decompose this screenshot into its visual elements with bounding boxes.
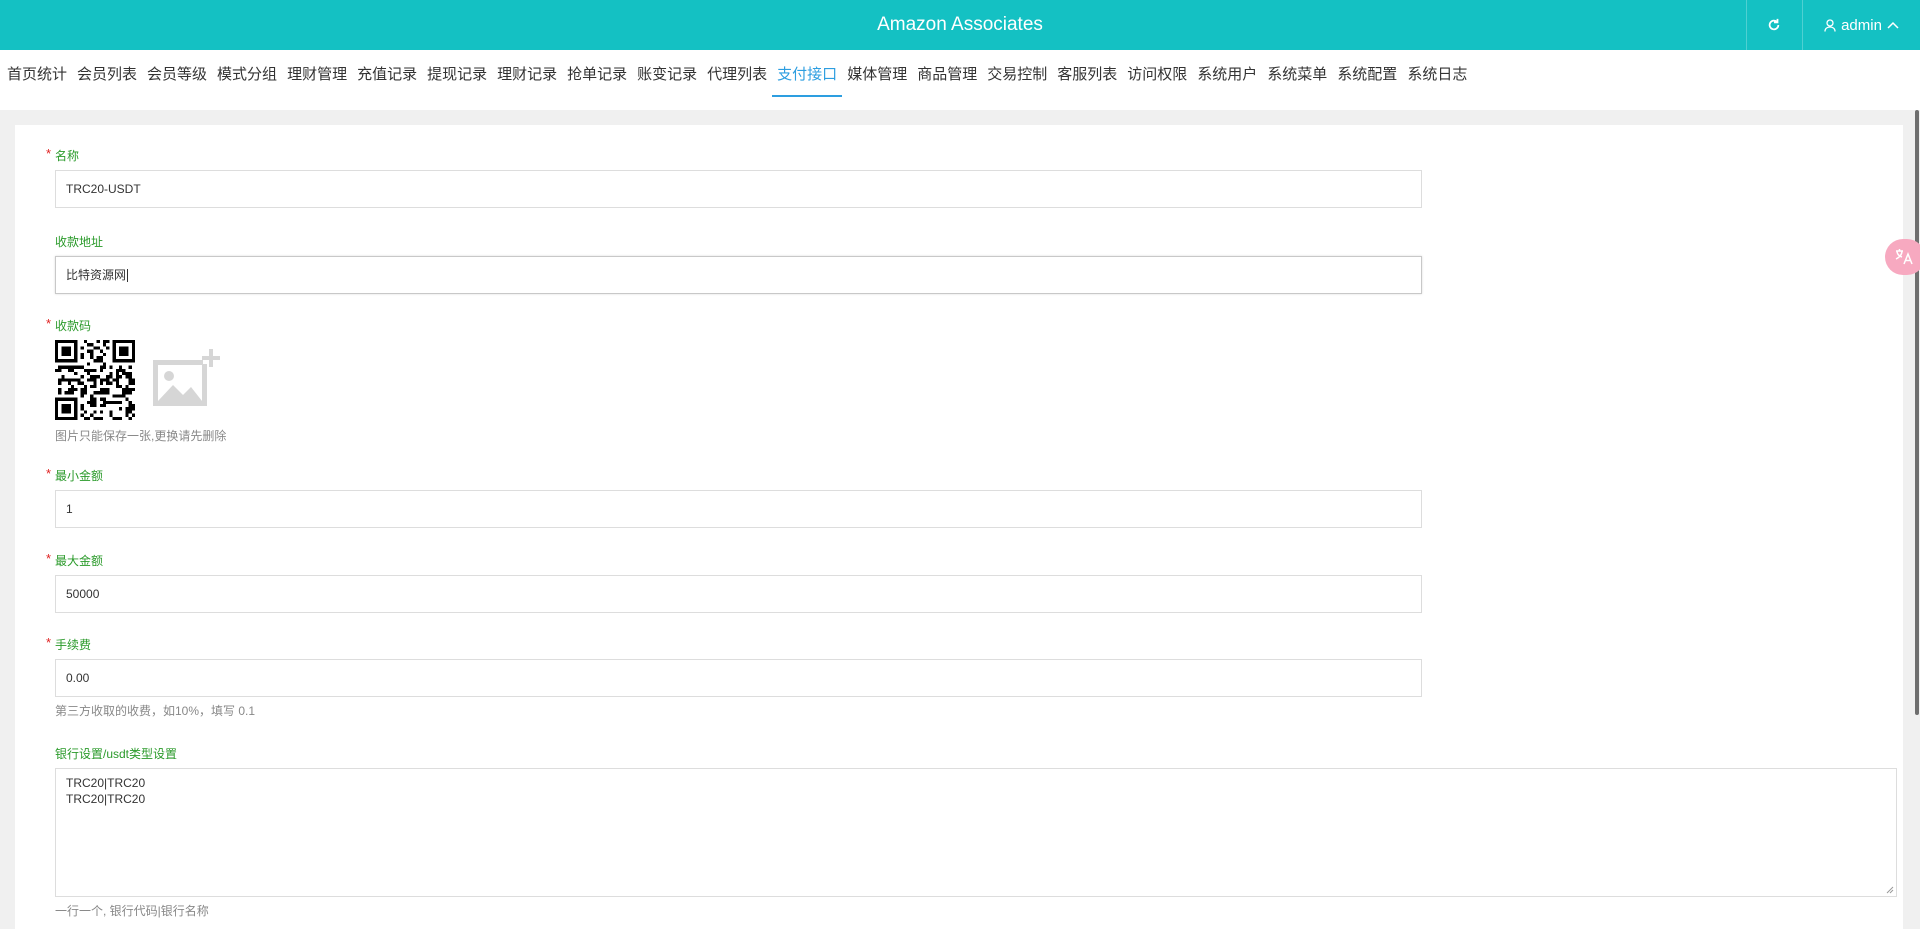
- user-icon: [1824, 18, 1836, 32]
- nav-tab[interactable]: 代理列表: [702, 50, 772, 100]
- nav-tab[interactable]: 支付接口: [772, 50, 843, 100]
- page-scrollbar[interactable]: [1914, 110, 1920, 929]
- nav-tab[interactable]: 交易控制: [982, 50, 1052, 100]
- bank-settings-textarea[interactable]: TRC20|TRC20 TRC20|TRC20: [55, 768, 1897, 897]
- refresh-icon: [1768, 18, 1780, 31]
- nav-tab[interactable]: 提现记录: [422, 50, 492, 100]
- nav-tab[interactable]: 账变记录: [632, 50, 702, 100]
- name-input[interactable]: TRC20-USDT: [55, 170, 1422, 208]
- fee-help: 第三方收取的收费，如10%，填写 0.1: [55, 704, 256, 718]
- refresh-button[interactable]: [1746, 0, 1801, 50]
- field-name: * 名称 TRC20-USDT: [46, 146, 1422, 208]
- qrcode-label: 收款码: [55, 319, 92, 333]
- field-bank-settings: 银行设置/usdt类型设置 TRC20|TRC20 TRC20|TRC20 一行…: [55, 747, 1897, 919]
- min-amount-input[interactable]: 1: [55, 490, 1422, 528]
- name-label: 名称: [55, 149, 80, 163]
- nav-tab[interactable]: 抢单记录: [562, 50, 632, 100]
- nav-tab[interactable]: 理财记录: [492, 50, 562, 100]
- nav-tab[interactable]: 充值记录: [352, 50, 422, 100]
- fee-input[interactable]: 0.00: [55, 659, 1422, 697]
- nav-tabs: 首页统计 会员列表 会员等级 模式分组 理财管理 充值记录 提现记录 理财记录 抢单记录 账变记录…: [0, 50, 1920, 100]
- qrcode-help: 图片只能保存一张,更换请先删除: [55, 429, 227, 443]
- textarea-line: TRC20|TRC20: [66, 776, 146, 790]
- qrcode-image[interactable]: [55, 340, 135, 420]
- nav-tab[interactable]: 媒体管理: [842, 50, 912, 100]
- top-header: Amazon Associates admin: [0, 0, 1920, 50]
- field-fee: * 手续费 0.00 第三方收取的收费，如10%，填写 0.1: [46, 635, 1422, 719]
- fee-label: 手续费: [55, 638, 92, 652]
- min-amount-label: 最小金额: [55, 469, 104, 483]
- nav-tab[interactable]: 理财管理: [282, 50, 352, 100]
- nav-tab[interactable]: 系统用户: [1192, 50, 1262, 100]
- required-mark: *: [46, 635, 52, 650]
- add-image-icon[interactable]: [151, 348, 221, 410]
- field-max-amount: * 最大金额 50000: [46, 551, 1422, 613]
- address-label: 收款地址: [55, 235, 104, 249]
- address-input[interactable]: 比特资源网: [55, 256, 1422, 294]
- form-card: * 名称 TRC20-USDT 收款地址 比特资源网 * 收款码 图片只能保存一张,…: [15, 125, 1903, 929]
- text-caret: [127, 269, 129, 283]
- required-mark: *: [46, 551, 52, 566]
- field-min-amount: * 最小金额 1: [46, 466, 1422, 528]
- main-nav: 首页统计 会员列表 会员等级 模式分组 理财管理 充值记录 提现记录 理财记录 抢单记录 账变记录…: [0, 50, 1920, 110]
- nav-tab[interactable]: 首页统计: [2, 50, 72, 100]
- resize-handle-icon[interactable]: [1886, 886, 1894, 894]
- field-qrcode: * 收款码 图片只能保存一张,更换请先删除: [46, 316, 227, 444]
- user-name: admin: [1841, 16, 1882, 34]
- nav-tab[interactable]: 系统菜单: [1262, 50, 1332, 100]
- nav-tab[interactable]: 会员等级: [142, 50, 212, 100]
- nav-tab[interactable]: 模式分组: [212, 50, 282, 100]
- textarea-line: TRC20|TRC20: [66, 792, 146, 806]
- max-amount-input[interactable]: 50000: [55, 575, 1422, 613]
- nav-tab[interactable]: 系统配置: [1332, 50, 1402, 100]
- nav-tab[interactable]: 访问权限: [1122, 50, 1192, 100]
- nav-tab[interactable]: 商品管理: [912, 50, 982, 100]
- max-amount-label: 最大金额: [55, 554, 104, 568]
- translate-button[interactable]: [1885, 239, 1920, 275]
- chevron-up-icon: [1887, 21, 1899, 29]
- address-value: 比特资源网: [66, 268, 127, 282]
- required-mark: *: [46, 316, 52, 331]
- nav-tab[interactable]: 会员列表: [72, 50, 142, 100]
- required-mark: *: [46, 466, 52, 481]
- bank-settings-label: 银行设置/usdt类型设置: [55, 747, 178, 761]
- field-address: 收款地址 比特资源网: [55, 235, 1422, 294]
- scrollbar-thumb[interactable]: [1915, 110, 1919, 715]
- required-mark: *: [46, 146, 52, 161]
- bank-settings-help: 一行一个, 银行代码|银行名称: [55, 904, 209, 918]
- user-menu[interactable]: admin: [1802, 0, 1920, 50]
- qrcode-upload: [55, 340, 226, 422]
- nav-tab[interactable]: 客服列表: [1052, 50, 1122, 100]
- translate-icon: [1895, 249, 1913, 265]
- app-title: Amazon Associates: [877, 14, 1043, 35]
- nav-tab[interactable]: 系统日志: [1402, 50, 1472, 100]
